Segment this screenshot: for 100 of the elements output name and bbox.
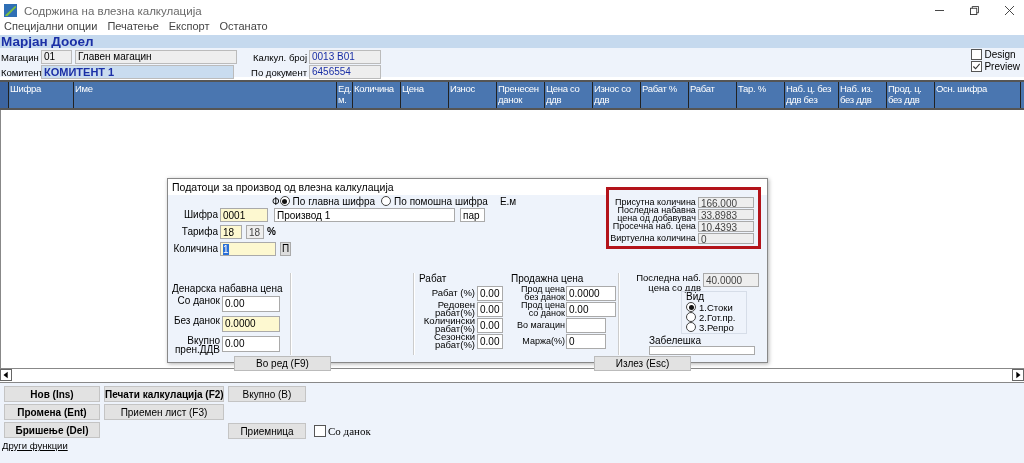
group-title: Продажна цена bbox=[511, 273, 585, 285]
warehouse-code-field[interactable]: 01 bbox=[41, 50, 72, 64]
field-label: Е.м bbox=[499, 195, 517, 207]
action-button[interactable]: Приемен лист (F3) bbox=[104, 404, 224, 420]
type-radio[interactable]: 1.Стоки bbox=[686, 302, 736, 312]
column-header[interactable]: Рабат bbox=[689, 82, 737, 108]
sale-field[interactable]: 0.0000 bbox=[566, 285, 616, 301]
action-button[interactable]: Бришење (Del) bbox=[4, 422, 100, 438]
last-price-field: 40.0000 bbox=[703, 273, 759, 287]
window-title: Содржина на влезна калкулација bbox=[24, 4, 202, 17]
field-label: Магацин bbox=[1, 51, 39, 63]
column-header[interactable]: Пренесен данок bbox=[497, 82, 545, 108]
menu-item[interactable]: Печатење bbox=[107, 20, 159, 32]
client-field[interactable]: КОМИТЕНТ 1 bbox=[41, 65, 234, 79]
menu-item[interactable]: Специјални опции bbox=[4, 20, 98, 32]
radio-icon[interactable] bbox=[381, 196, 392, 206]
scroll-right-icon[interactable] bbox=[1012, 369, 1024, 381]
column-header[interactable]: Износ bbox=[449, 82, 497, 108]
price-field[interactable]: 0.00 bbox=[222, 335, 280, 352]
column-header[interactable]: Цена со ддв bbox=[545, 82, 593, 108]
field-label: Шифра bbox=[182, 209, 219, 220]
dialog-button[interactable]: Во ред (F9) bbox=[234, 356, 331, 371]
field-label: Тарифа bbox=[180, 226, 219, 237]
field-label: Сезонски рабат(%) bbox=[433, 333, 476, 349]
field-label: Со данок bbox=[176, 295, 221, 305]
field-label: Прод цена со данок bbox=[519, 301, 566, 317]
field-label: Последна набавна цена од добавувач bbox=[617, 206, 697, 222]
horizontal-scrollbar[interactable] bbox=[0, 368, 1024, 383]
field-label: Маржа(%) bbox=[521, 337, 566, 345]
sale-field[interactable] bbox=[566, 317, 606, 333]
menu-item[interactable]: Експорт bbox=[168, 20, 210, 32]
dialog-button[interactable]: Излез (Esc) bbox=[594, 356, 691, 371]
radio-icon[interactable] bbox=[686, 302, 696, 312]
lookup-button[interactable]: П bbox=[280, 241, 291, 256]
app-icon bbox=[4, 4, 17, 17]
column-header[interactable]: Осн. шифра bbox=[935, 82, 1021, 108]
code-field[interactable]: 0001 bbox=[220, 207, 268, 222]
action-button[interactable]: Нов (Ins) bbox=[4, 386, 100, 402]
column-header[interactable]: Ед. м. bbox=[337, 82, 353, 108]
discount-field[interactable]: 0.00 bbox=[477, 301, 503, 317]
field-label: Прод цена без данок bbox=[519, 285, 566, 301]
type-radio[interactable]: 3.Репро bbox=[686, 322, 736, 332]
field-label: Виртуелна количина bbox=[609, 234, 697, 242]
calc-number-field[interactable]: 0013 B01 bbox=[309, 50, 381, 64]
field-label: Рабат (%) bbox=[430, 289, 476, 297]
price-field[interactable]: 0.0000 bbox=[222, 315, 280, 332]
row-indicator-header bbox=[0, 82, 9, 108]
group-title: Вид bbox=[686, 292, 706, 302]
column-header[interactable]: Шифра bbox=[9, 82, 74, 108]
column-header[interactable]: Количина bbox=[353, 82, 401, 108]
checkbox-icon[interactable] bbox=[314, 425, 326, 437]
action-button[interactable]: Печати калкулација (F2) bbox=[104, 386, 224, 402]
column-header[interactable]: Износ со ддв bbox=[593, 82, 641, 108]
group-title: Рабат bbox=[419, 273, 448, 285]
column-header[interactable]: Цена bbox=[401, 82, 449, 108]
document-field[interactable]: 6456554 bbox=[309, 65, 381, 79]
scroll-left-icon[interactable] bbox=[0, 369, 12, 381]
field-label: Количински рабат(%) bbox=[422, 317, 476, 333]
stock-value-field: 33.8983 bbox=[697, 208, 754, 220]
column-header[interactable]: Наб. ц. без ддв без bbox=[785, 82, 839, 108]
percent-label: % bbox=[267, 226, 276, 237]
unit-field[interactable]: пар bbox=[460, 207, 485, 222]
note-field[interactable] bbox=[649, 346, 755, 355]
tariff-field[interactable]: 18 bbox=[220, 224, 242, 239]
search-mode-radio[interactable]: По главна шифра bbox=[279, 195, 376, 207]
checkbox-icon[interactable] bbox=[971, 61, 983, 72]
discount-field[interactable]: 0.00 bbox=[477, 333, 503, 349]
other-functions-link[interactable]: Други функции bbox=[2, 440, 68, 451]
field-label: Ф bbox=[272, 195, 280, 207]
discount-field[interactable]: 0.00 bbox=[477, 285, 503, 301]
product-name-field[interactable]: Производ 1 bbox=[274, 207, 455, 222]
option-checkbox[interactable]: Preview bbox=[971, 61, 1020, 72]
column-header[interactable]: Наб. из. без ддв bbox=[839, 82, 887, 108]
column-header[interactable]: Рабат % bbox=[641, 82, 689, 108]
price-field[interactable]: 0.00 bbox=[222, 295, 280, 312]
sale-field[interactable]: 0 bbox=[566, 333, 606, 349]
sale-field[interactable]: 0.00 bbox=[566, 301, 616, 317]
option-checkbox[interactable]: Design bbox=[971, 49, 1020, 60]
column-header[interactable]: Тар. % bbox=[737, 82, 785, 108]
type-radio[interactable]: 2.Гот.пр. bbox=[686, 312, 736, 322]
field-label: Присутна количина bbox=[613, 198, 697, 206]
tariff-rate-field: 18 bbox=[246, 224, 264, 239]
radio-icon[interactable] bbox=[279, 196, 290, 206]
quantity-field[interactable]: 1 bbox=[220, 241, 276, 256]
restore-icon[interactable] bbox=[970, 6, 979, 15]
search-mode-radio[interactable]: По помошна шифра bbox=[381, 195, 488, 207]
checkbox-icon[interactable] bbox=[971, 49, 983, 60]
column-header[interactable]: Име bbox=[74, 82, 337, 108]
tax-checkbox[interactable]: Со данок bbox=[314, 425, 371, 437]
radio-icon[interactable] bbox=[686, 322, 696, 332]
column-header[interactable]: Прод. ц. без ддв bbox=[887, 82, 935, 108]
action-button[interactable]: Вкупно (B) bbox=[228, 386, 306, 402]
action-button[interactable]: Промена (Ent) bbox=[4, 404, 100, 420]
field-label: Редовен рабат(%) bbox=[434, 301, 476, 317]
close-icon[interactable] bbox=[1005, 6, 1014, 15]
radio-icon[interactable] bbox=[686, 312, 696, 322]
action-button[interactable]: Приемница bbox=[228, 423, 306, 439]
menu-item[interactable]: Останато bbox=[219, 20, 268, 32]
discount-field[interactable]: 0.00 bbox=[477, 317, 503, 333]
warehouse-name-field[interactable]: Главен магацин bbox=[75, 50, 237, 64]
